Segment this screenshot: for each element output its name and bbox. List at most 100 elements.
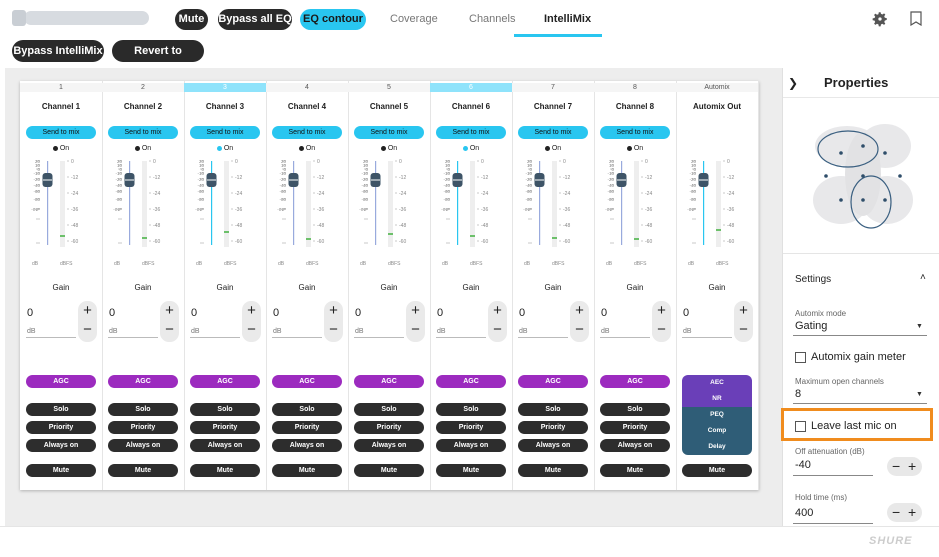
priority-button[interactable]: Priority (600, 421, 670, 434)
eq-contour-button[interactable]: EQ contour (300, 9, 366, 30)
priority-button[interactable]: Priority (518, 421, 588, 434)
always-on-button[interactable]: Always on (354, 439, 424, 452)
send-to-mix-button[interactable]: Send to mix (354, 126, 424, 139)
mute-all-button[interactable]: Mute (175, 9, 208, 30)
priority-button[interactable]: Priority (190, 421, 260, 434)
automix-mute-button[interactable]: Mute (682, 464, 752, 477)
always-on-button[interactable]: Always on (108, 439, 178, 452)
on-indicator[interactable]: On (430, 145, 512, 152)
send-to-mix-button[interactable]: Send to mix (190, 126, 260, 139)
tab-intellimix[interactable]: IntelliMix (544, 13, 591, 25)
minus-icon[interactable]: − (652, 322, 671, 337)
plus-icon[interactable]: + (160, 303, 179, 318)
agc-button[interactable]: AGC (600, 375, 670, 388)
agc-button[interactable]: AGC (436, 375, 506, 388)
agc-button[interactable]: AGC (518, 375, 588, 388)
solo-button[interactable]: Solo (190, 403, 260, 416)
minus-icon[interactable]: − (488, 322, 507, 337)
mute-button[interactable]: Mute (272, 464, 342, 477)
minus-icon[interactable]: − (892, 457, 900, 476)
minus-icon[interactable]: − (324, 322, 343, 337)
solo-button[interactable]: Solo (26, 403, 96, 416)
aec-button[interactable]: AEC (682, 375, 752, 391)
minus-icon[interactable]: − (242, 322, 261, 337)
off-attenuation-value[interactable]: -40 (795, 459, 811, 471)
minus-icon[interactable]: − (570, 322, 589, 337)
gain-value[interactable]: 0 (437, 307, 443, 319)
gain-value[interactable]: 0 (27, 307, 33, 319)
on-indicator[interactable]: On (594, 145, 676, 152)
always-on-button[interactable]: Always on (436, 439, 506, 452)
send-to-mix-button[interactable]: Send to mix (436, 126, 506, 139)
priority-button[interactable]: Priority (108, 421, 178, 434)
priority-button[interactable]: Priority (272, 421, 342, 434)
plus-icon[interactable]: + (324, 303, 343, 318)
solo-button[interactable]: Solo (436, 403, 506, 416)
mute-button[interactable]: Mute (600, 464, 670, 477)
minus-icon[interactable]: − (734, 322, 753, 337)
send-to-mix-button[interactable]: Send to mix (600, 126, 670, 139)
mute-button[interactable]: Mute (518, 464, 588, 477)
plus-icon[interactable]: + (908, 457, 916, 476)
bypass-intellimix-button[interactable]: Bypass IntelliMix (12, 40, 104, 62)
gain-value[interactable]: 0 (519, 307, 525, 319)
max-open-channels-value[interactable]: 8 (795, 388, 801, 400)
mute-button[interactable]: Mute (26, 464, 96, 477)
gain-value[interactable]: 0 (109, 307, 115, 319)
agc-button[interactable]: AGC (354, 375, 424, 388)
send-to-mix-button[interactable]: Send to mix (26, 126, 96, 139)
gear-icon[interactable] (871, 10, 889, 28)
send-to-mix-button[interactable]: Send to mix (518, 126, 588, 139)
tab-channels[interactable]: Channels (469, 13, 515, 25)
plus-icon[interactable]: + (242, 303, 261, 318)
nr-button[interactable]: NR (682, 391, 752, 407)
minus-icon[interactable]: − (78, 322, 97, 337)
mute-button[interactable]: Mute (436, 464, 506, 477)
tab-coverage[interactable]: Coverage (390, 13, 438, 25)
chevron-up-icon[interactable]: ˄ (920, 272, 926, 283)
plus-icon[interactable]: + (570, 303, 589, 318)
on-indicator[interactable]: On (512, 145, 594, 152)
send-to-mix-button[interactable]: Send to mix (108, 126, 178, 139)
chevron-right-icon[interactable]: ❯ (788, 76, 798, 90)
priority-button[interactable]: Priority (354, 421, 424, 434)
mute-button[interactable]: Mute (190, 464, 260, 477)
gain-value[interactable]: 0 (191, 307, 197, 319)
peq-button[interactable]: PEQ (682, 407, 752, 423)
on-indicator[interactable]: On (184, 145, 266, 152)
solo-button[interactable]: Solo (600, 403, 670, 416)
minus-icon[interactable]: − (160, 322, 179, 337)
comp-button[interactable]: Comp (682, 423, 752, 439)
priority-button[interactable]: Priority (436, 421, 506, 434)
always-on-button[interactable]: Always on (26, 439, 96, 452)
agc-button[interactable]: AGC (108, 375, 178, 388)
bypass-all-eq-button[interactable]: Bypass all EQ (218, 9, 292, 30)
send-to-mix-button[interactable]: Send to mix (272, 126, 342, 139)
plus-icon[interactable]: + (78, 303, 97, 318)
on-indicator[interactable]: On (102, 145, 184, 152)
dropdown-arrow-icon[interactable]: ▼ (916, 391, 923, 398)
gain-value[interactable]: 0 (601, 307, 607, 319)
on-indicator[interactable]: On (266, 145, 348, 152)
automix-gain-meter-checkbox[interactable] (795, 352, 806, 363)
agc-button[interactable]: AGC (190, 375, 260, 388)
agc-button[interactable]: AGC (272, 375, 342, 388)
plus-icon[interactable]: + (488, 303, 507, 318)
settings-header[interactable]: Settings (795, 274, 831, 285)
gain-value[interactable]: 0 (355, 307, 361, 319)
hold-time-value[interactable]: 400 (795, 507, 813, 519)
always-on-button[interactable]: Always on (190, 439, 260, 452)
solo-button[interactable]: Solo (354, 403, 424, 416)
minus-icon[interactable]: − (892, 503, 900, 522)
on-indicator[interactable]: On (20, 145, 102, 152)
automix-mode-value[interactable]: Gating (795, 320, 827, 332)
revert-to-defaults-button[interactable]: Revert to defaults (112, 40, 204, 79)
always-on-button[interactable]: Always on (600, 439, 670, 452)
mute-button[interactable]: Mute (108, 464, 178, 477)
dropdown-arrow-icon[interactable]: ▼ (916, 323, 923, 330)
delay-button[interactable]: Delay (682, 439, 752, 455)
always-on-button[interactable]: Always on (518, 439, 588, 452)
bookmark-icon[interactable] (910, 11, 922, 26)
priority-button[interactable]: Priority (26, 421, 96, 434)
mute-button[interactable]: Mute (354, 464, 424, 477)
